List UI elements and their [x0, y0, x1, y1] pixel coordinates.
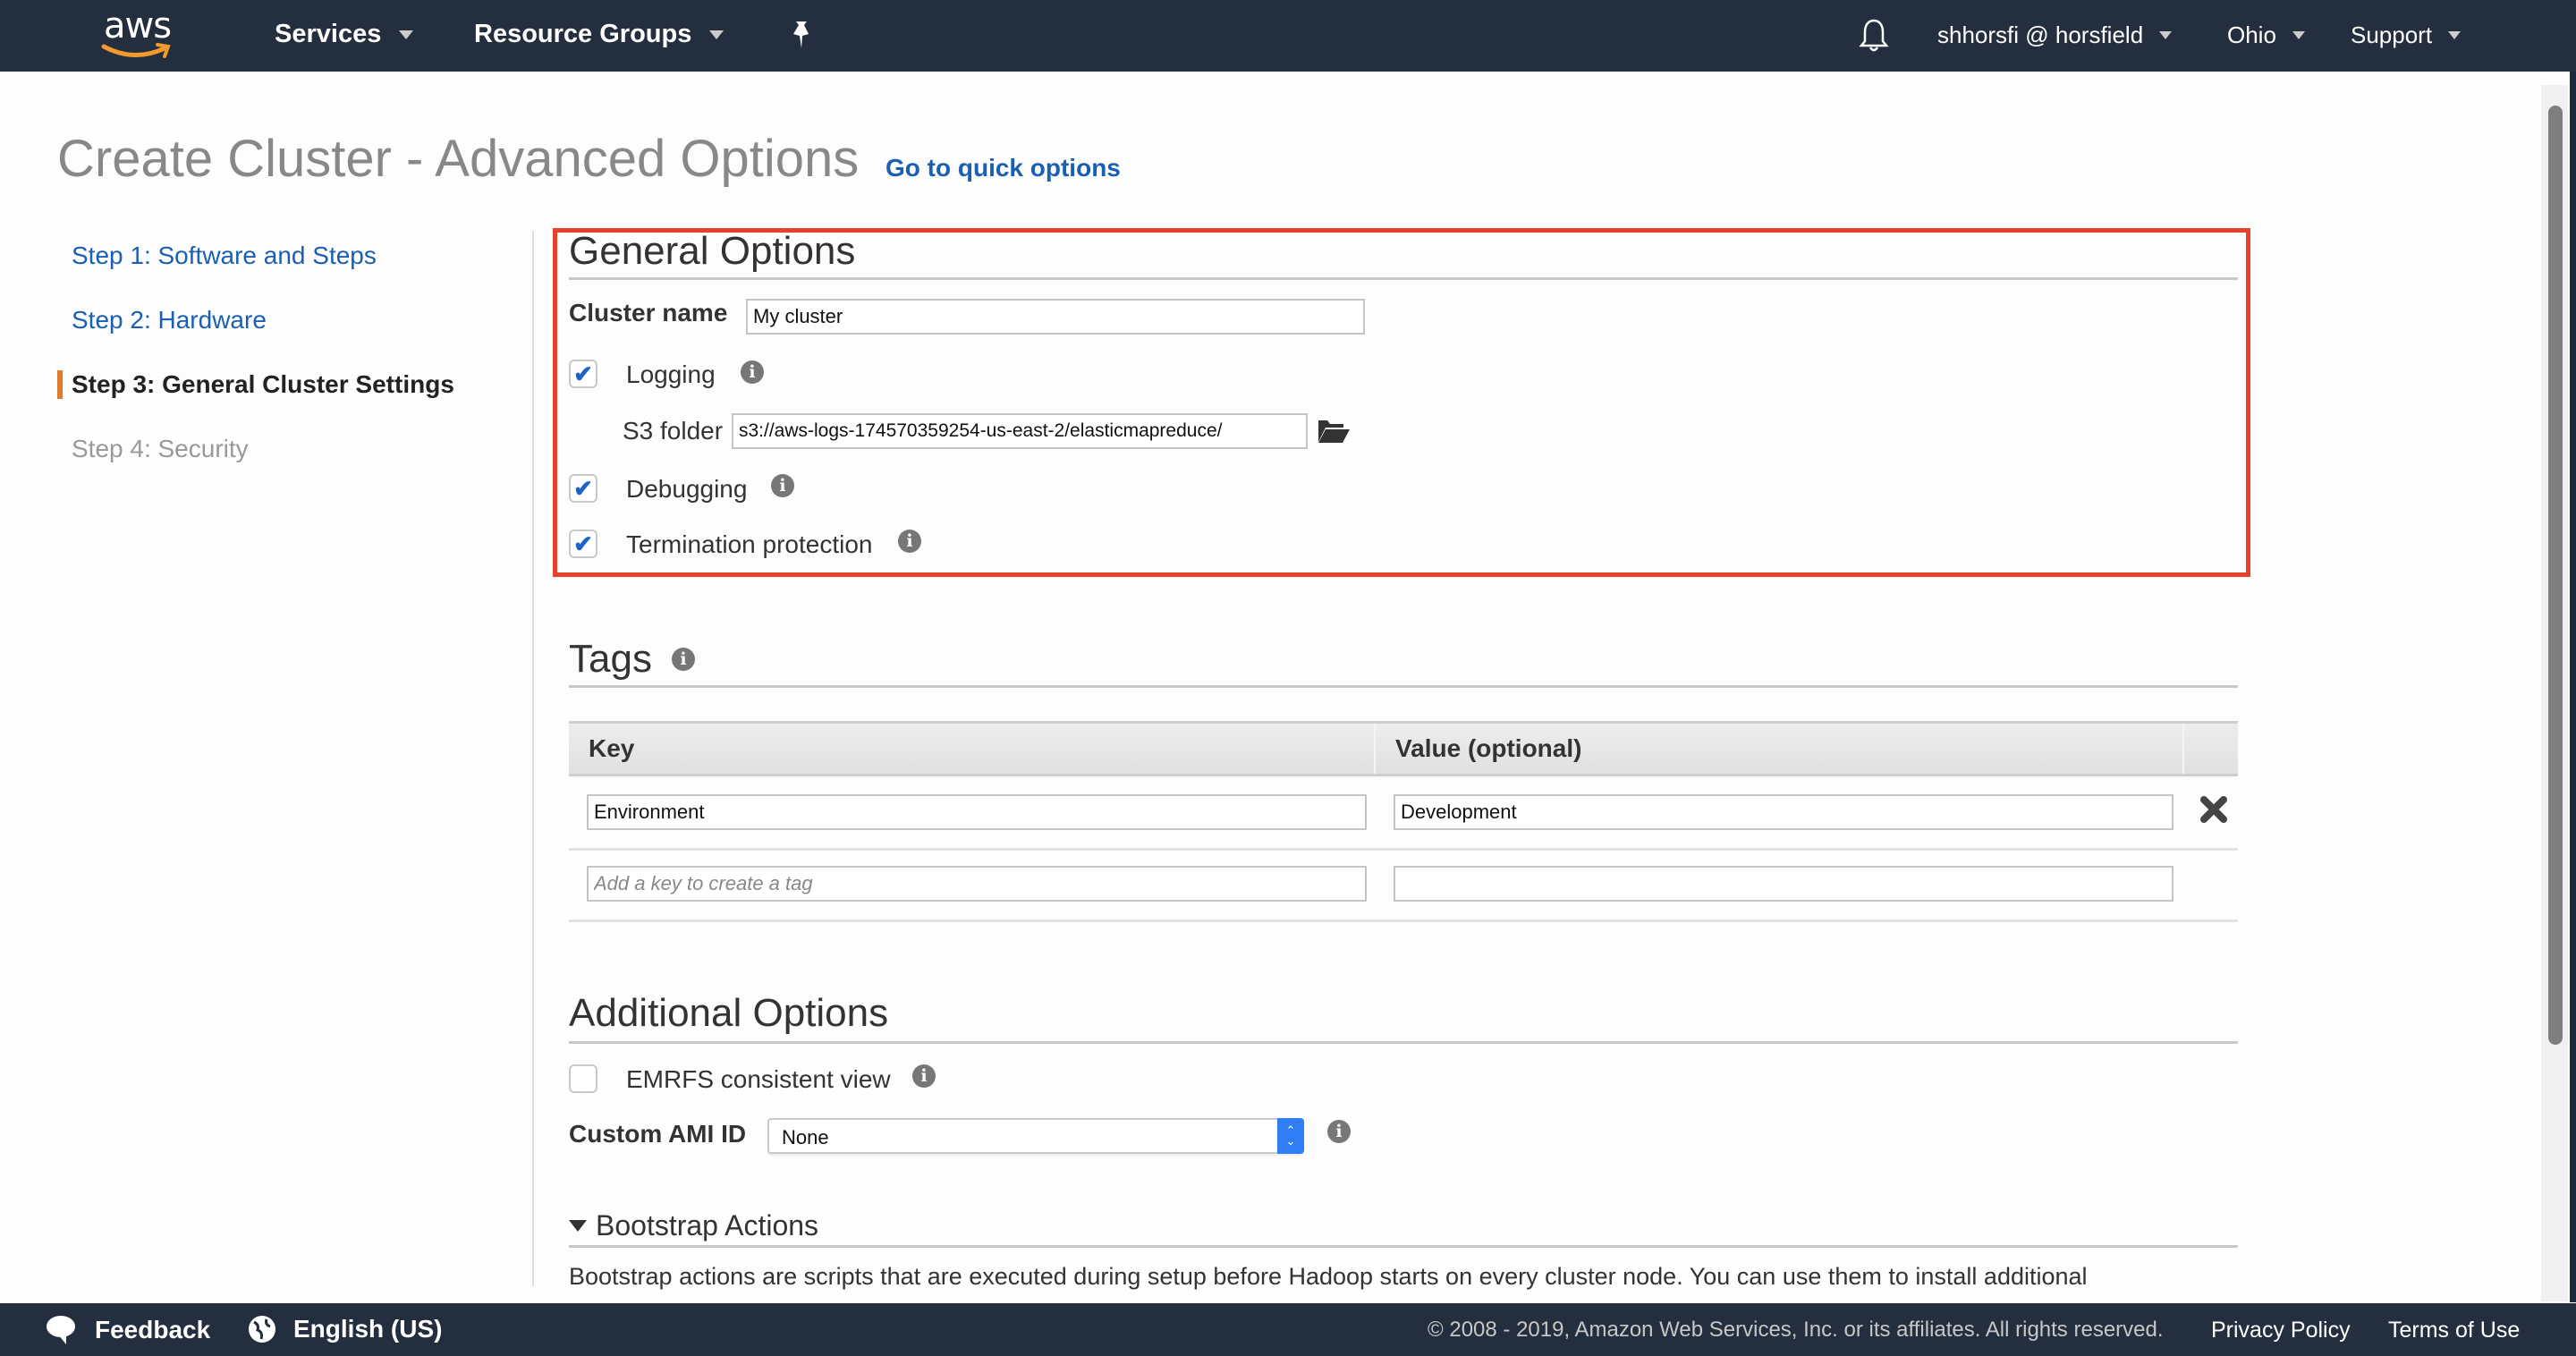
tag-key-input[interactable]	[587, 794, 1367, 830]
row-divider	[569, 920, 2238, 922]
chevron-down-icon	[2292, 31, 2305, 39]
bootstrap-actions-title: Bootstrap Actions	[596, 1209, 819, 1242]
info-icon[interactable]: i	[771, 474, 794, 497]
section-divider	[569, 277, 2238, 280]
speech-bubble-icon	[47, 1316, 75, 1344]
general-options-title: General Options	[569, 229, 856, 273]
step-2-link[interactable]: Step 2: Hardware	[57, 306, 267, 335]
copyright-text: © 2008 - 2019, Amazon Web Services, Inc.…	[1428, 1318, 2164, 1342]
general-options-heading: General Options	[569, 229, 855, 274]
section-divider	[569, 685, 2238, 688]
vertical-divider	[532, 231, 534, 1286]
region-menu[interactable]: Ohio	[2227, 21, 2305, 49]
s3-folder-label: S3 folder	[623, 417, 724, 445]
column-header-key: Key	[589, 734, 635, 762]
cluster-name-input[interactable]	[746, 299, 1365, 335]
chevron-down-icon	[2159, 31, 2173, 39]
chevron-down-icon	[2448, 31, 2462, 39]
footer-bar: Feedback English (US) © 2008 - 2019, Ama…	[0, 1303, 2576, 1356]
info-icon[interactable]: i	[912, 1064, 936, 1088]
chevron-down-icon	[399, 30, 414, 39]
scrollbar-thumb[interactable]	[2548, 106, 2563, 1045]
checkmark-icon: ✔	[573, 475, 593, 502]
resource-groups-label: Resource Groups	[474, 20, 692, 48]
bootstrap-actions-description: Bootstrap actions are scripts that are e…	[569, 1263, 2088, 1290]
logging-label: Logging	[626, 360, 716, 388]
tags-table: Key Value (optional)	[569, 721, 2238, 776]
feedback-label: Feedback	[95, 1316, 211, 1343]
info-icon[interactable]: i	[1327, 1120, 1351, 1143]
info-icon[interactable]: i	[671, 648, 695, 671]
custom-ami-id-label: Custom AMI ID	[569, 1120, 747, 1148]
checkmark-icon: ✔	[573, 360, 593, 387]
emrfs-consistent-view-checkbox[interactable]	[569, 1064, 597, 1093]
tags-title: Tags	[569, 637, 652, 681]
termination-protection-checkbox[interactable]: ✔	[569, 530, 597, 558]
bootstrap-actions-toggle[interactable]: Bootstrap Actions	[569, 1209, 818, 1242]
remove-tag-icon[interactable]	[2199, 794, 2229, 825]
custom-ami-id-value: None	[782, 1126, 829, 1148]
info-icon[interactable]: i	[741, 360, 764, 384]
top-navigation-bar: aws Services Resource Groups shhorsfi @ …	[0, 0, 2576, 72]
aws-smile-icon	[101, 43, 171, 58]
debugging-label: Debugging	[626, 475, 748, 503]
new-tag-value-input[interactable]	[1394, 866, 2174, 902]
additional-options-heading: Additional Options	[569, 991, 888, 1036]
window-edge	[2570, 72, 2576, 1302]
terms-of-use-link[interactable]: Terms of Use	[2388, 1318, 2520, 1343]
debugging-checkbox[interactable]: ✔	[569, 474, 597, 503]
services-menu[interactable]: Services	[275, 20, 414, 49]
vertical-scrollbar[interactable]	[2541, 85, 2568, 1301]
s3-folder-input[interactable]	[732, 413, 1308, 449]
go-to-quick-options-link[interactable]: Go to quick options	[886, 154, 1121, 182]
checkmark-icon: ✔	[573, 530, 593, 557]
step-3-current: Step 3: General Cluster Settings	[57, 370, 454, 399]
termination-protection-label: Termination protection	[626, 530, 873, 558]
emrfs-consistent-view-label: EMRFS consistent view	[626, 1065, 891, 1093]
new-tag-key-input[interactable]	[587, 866, 1367, 902]
globe-icon	[249, 1316, 275, 1343]
privacy-policy-link[interactable]: Privacy Policy	[2211, 1318, 2351, 1343]
column-separator	[2182, 724, 2184, 774]
step-4-disabled: Step 4: Security	[72, 435, 249, 462]
custom-ami-id-select[interactable]: None ⌃ ⌄	[767, 1118, 1304, 1154]
bell-icon	[1859, 19, 1889, 52]
resource-groups-menu[interactable]: Resource Groups	[474, 20, 724, 49]
services-label: Services	[275, 20, 382, 48]
account-label: shhorsfi @ horsfield	[1937, 21, 2144, 48]
select-stepper-icon: ⌃ ⌄	[1277, 1118, 1304, 1154]
step-1-link[interactable]: Step 1: Software and Steps	[57, 242, 377, 270]
aws-logo[interactable]: aws	[98, 5, 179, 63]
highlight-annotation-box	[553, 228, 2250, 577]
chevron-down-icon	[709, 30, 724, 39]
account-menu[interactable]: shhorsfi @ horsfield	[1937, 21, 2173, 49]
additional-options-title: Additional Options	[569, 991, 889, 1035]
folder-open-icon[interactable]	[1317, 417, 1351, 444]
support-label: Support	[2351, 21, 2433, 48]
column-header-value: Value (optional)	[1395, 734, 1582, 762]
pin-button[interactable]	[791, 20, 812, 50]
logging-checkbox[interactable]: ✔	[569, 360, 597, 388]
notifications-button[interactable]	[1859, 18, 1889, 54]
pushpin-icon	[793, 21, 809, 48]
caret-down-icon	[569, 1220, 587, 1232]
info-icon[interactable]: i	[898, 530, 921, 553]
tag-value-input[interactable]	[1394, 794, 2174, 830]
section-divider	[569, 1041, 2238, 1044]
feedback-button[interactable]: Feedback	[45, 1314, 210, 1346]
row-divider	[569, 848, 2238, 851]
region-label: Ohio	[2227, 21, 2276, 48]
language-selector[interactable]: English (US)	[247, 1314, 442, 1344]
support-menu[interactable]: Support	[2351, 21, 2462, 49]
cluster-name-label: Cluster name	[569, 299, 728, 326]
language-label: English (US)	[293, 1315, 443, 1343]
section-divider	[569, 1245, 2238, 1248]
tags-table-header: Key Value (optional)	[569, 721, 2238, 776]
page-title: Create Cluster - Advanced Options	[57, 130, 860, 188]
tags-heading: Tags i	[569, 637, 695, 682]
